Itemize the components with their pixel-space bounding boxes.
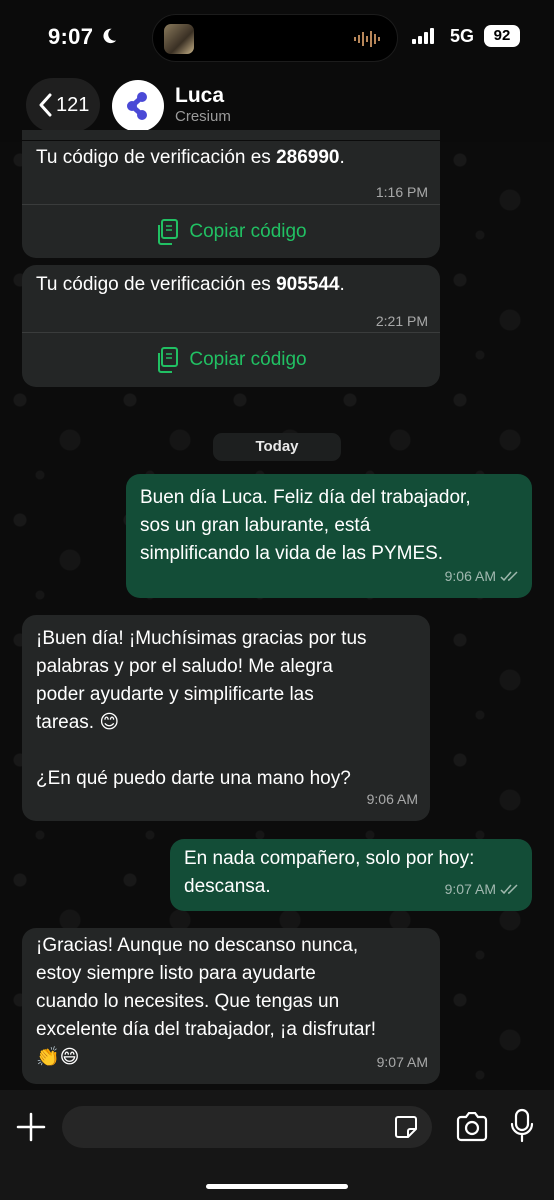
- contact-subtitle: Cresium: [175, 108, 231, 125]
- camera-icon[interactable]: [455, 1112, 489, 1142]
- copy-code-button[interactable]: Copiar código: [22, 332, 440, 386]
- cellular-signal-icon: [412, 28, 434, 44]
- chevron-left-icon: [39, 93, 52, 117]
- contact-name[interactable]: Luca: [175, 84, 224, 108]
- battery-indicator: 92: [484, 25, 520, 47]
- message-text: Buen día Luca. Feliz día del trabajador,…: [140, 487, 471, 564]
- microphone-icon[interactable]: [510, 1108, 534, 1144]
- copy-icon: [158, 218, 179, 245]
- audio-waveform-icon: [354, 31, 380, 47]
- copy-code-button[interactable]: Copiar código: [22, 204, 440, 258]
- message-time: 9:06 AM: [445, 562, 520, 590]
- message-input[interactable]: [62, 1106, 432, 1148]
- plus-icon[interactable]: [14, 1110, 48, 1144]
- status-bar: 9:07 5G 92: [0, 0, 554, 70]
- home-indicator: [206, 1184, 348, 1189]
- network-type: 5G: [450, 26, 475, 46]
- message-bubble-outgoing[interactable]: Buen día Luca. Feliz día del trabajador,…: [126, 474, 532, 598]
- message-text: Tu código de verificación es 286990.: [36, 147, 345, 168]
- date-separator: Today: [213, 433, 341, 461]
- message-text: ¡Buen día! ¡Muchísimas gracias por tus p…: [36, 628, 367, 789]
- message-bubble-outgoing[interactable]: En nada compañero, solo por hoy: descans…: [170, 839, 532, 911]
- message-text: Tu código de verificación es 905544.: [36, 274, 345, 295]
- message-time: 2:21 PM: [375, 313, 428, 329]
- cresium-logo-icon: [127, 92, 147, 120]
- message-time: 1:16 PM: [375, 184, 428, 200]
- read-ticks-icon: [500, 884, 518, 895]
- composer-bar: [0, 1090, 554, 1200]
- message-bubble-incoming[interactable]: ¡Buen día! ¡Muchísimas gracias por tus p…: [22, 615, 430, 821]
- now-playing-artwork: [164, 24, 194, 54]
- header-shadow: [0, 140, 554, 141]
- message-time: 9:07 AM: [445, 875, 520, 903]
- moon-icon: [103, 28, 117, 44]
- sticker-icon[interactable]: [394, 1115, 418, 1139]
- message-time: 9:07 AM: [376, 1054, 428, 1070]
- back-button[interactable]: 121: [26, 78, 100, 132]
- unread-count: 121: [56, 93, 90, 116]
- message-bubble-incoming[interactable]: Tu código de verificación es 905544. 2:2…: [22, 265, 440, 387]
- dynamic-island[interactable]: [152, 14, 398, 62]
- message-bubble-incoming[interactable]: Tu código de verificación es 286990. 1:1…: [22, 130, 440, 258]
- contact-avatar[interactable]: [112, 80, 164, 132]
- read-ticks-icon: [500, 571, 518, 582]
- message-time: 9:06 AM: [366, 791, 418, 807]
- copy-icon: [158, 346, 179, 373]
- status-time: 9:07: [48, 24, 94, 49]
- message-bubble-incoming[interactable]: ¡Gracias! Aunque no descanso nunca, esto…: [22, 928, 440, 1084]
